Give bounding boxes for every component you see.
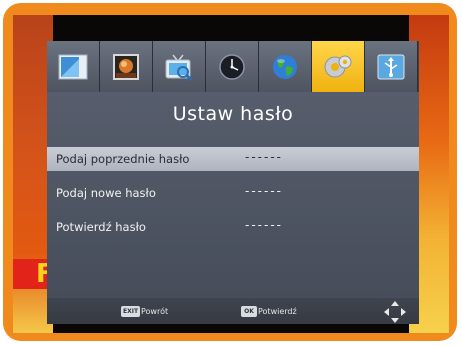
settings-icon	[324, 55, 352, 77]
exit-key-icon: EXIT	[121, 306, 141, 317]
old-password-label: Podaj poprzednie hasło	[56, 152, 190, 166]
new-password-label: Podaj nowe hasło	[56, 186, 156, 200]
tab-photo[interactable]	[100, 41, 153, 92]
tv-search-icon	[165, 54, 193, 81]
ok-key-icon: OK	[241, 306, 257, 317]
old-password-row[interactable]: Podaj poprzednie hasło ------	[47, 147, 419, 171]
tab-system-settings[interactable]	[312, 41, 365, 92]
photo-icon	[113, 53, 139, 80]
old-password-field[interactable]: ------	[245, 150, 283, 164]
dialog-title: Ustaw hasło	[172, 103, 294, 125]
usb-icon	[377, 54, 405, 79]
tab-time[interactable]	[206, 41, 259, 92]
confirm-hint[interactable]: Potwierdź	[258, 306, 297, 317]
settings-panel: Ustaw hasło Podaj poprzednie hasło -----…	[47, 41, 419, 324]
new-password-row[interactable]: Podaj nowe hasło ------	[47, 181, 419, 205]
tv-screen: F Ustaw hasło Podaj poprzednie hasło ---…	[13, 15, 449, 333]
tab-language[interactable]	[259, 41, 312, 92]
clock-icon	[219, 53, 245, 80]
back-hint[interactable]: Powrót	[141, 306, 168, 317]
tab-picture[interactable]	[47, 41, 100, 92]
picture-icon	[58, 54, 88, 79]
confirm-password-field[interactable]: ------	[245, 218, 283, 232]
footer-hints: EXIT Powrót OK Potwierdź	[47, 298, 419, 324]
tab-usb[interactable]	[365, 41, 418, 92]
navigation-arrows-icon	[384, 301, 406, 323]
menu-icon-bar	[47, 41, 419, 92]
globe-icon	[273, 54, 297, 79]
new-password-field[interactable]: ------	[245, 184, 283, 198]
confirm-password-label: Potwierdź hasło	[56, 220, 146, 234]
tab-channel-search[interactable]	[153, 41, 206, 92]
confirm-password-row[interactable]: Potwierdź hasło ------	[47, 215, 419, 239]
tv-frame: F Ustaw hasło Podaj poprzednie hasło ---…	[3, 3, 457, 341]
